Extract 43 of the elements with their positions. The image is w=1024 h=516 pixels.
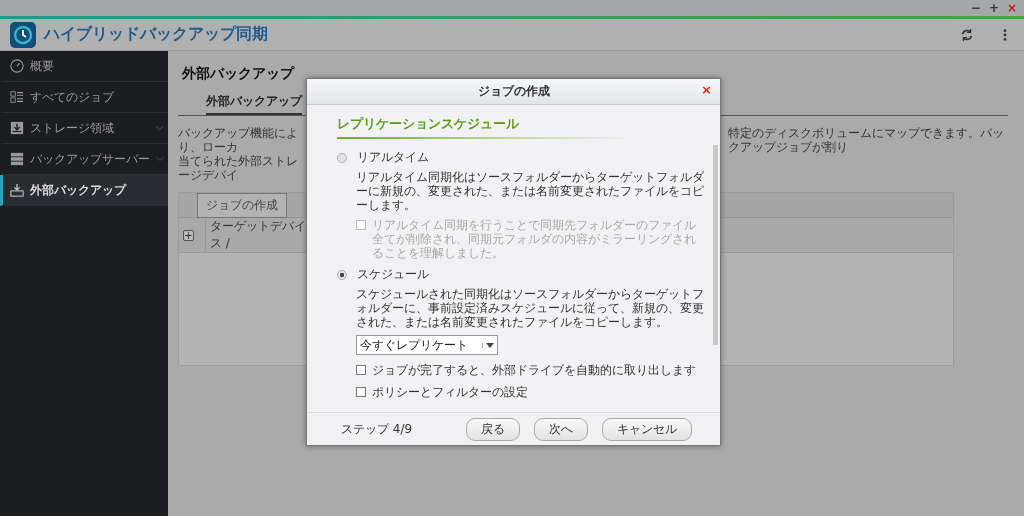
option-label: スケジュール (357, 266, 429, 283)
checkbox-label: リアルタイム同期を行うことで同期先フォルダーのファイル全てが削除され、同期元フォルダの内容がミラーリングされることを理解しました。 (372, 218, 697, 260)
option-description: リアルタイム同期化はソースフォルダーからターゲットフォルダーに新規の、変更された、または名前変更されたファイルをコピーします。 (356, 170, 705, 212)
column-header: ターゲットデバイス / (209, 218, 306, 252)
dialog-title: ジョブの作成 (477, 83, 550, 100)
list-icon (10, 90, 24, 104)
close-button[interactable]: × (699, 82, 714, 98)
sidebar-item[interactable]: 概要 (0, 51, 168, 82)
radio-button[interactable] (337, 152, 347, 163)
dialog-button[interactable]: 戻る (466, 417, 520, 441)
clock-logo-icon (10, 21, 36, 48)
external-drive-icon (10, 183, 24, 197)
option-description: スケジュールされた同期化はソースフォルダーからターゲットフォルダーに、事前設定済みスケジュールに従って、新規の、変更された、または名前変更されたファイルをコピーします。 (356, 287, 705, 329)
schedule-dropdown[interactable]: 今すぐレプリケート (356, 335, 498, 355)
radio-button[interactable] (337, 269, 347, 280)
scrollbar[interactable] (713, 145, 718, 345)
option-label: リアルタイム (357, 149, 429, 166)
section-title: レプリケーションスケジュール (337, 115, 520, 133)
sidebar-item[interactable]: 外部バックアップ (0, 175, 168, 206)
description-text: バックアップ機能により、ローカ (178, 126, 299, 154)
sidebar-item[interactable]: ストレージ領域 (0, 113, 168, 144)
gauge-icon (10, 59, 24, 73)
dialog-button[interactable]: 次へ (534, 417, 588, 441)
expand-button[interactable]: + (183, 229, 194, 241)
download-box-icon (10, 121, 24, 135)
dialog-button[interactable]: キャンセル (602, 417, 692, 441)
tab[interactable]: 外部バックアップ (206, 89, 302, 115)
description-text: 特定のディスクボリュームにマップできます。バックアップジョブが割り (728, 126, 1005, 156)
server-icon (10, 152, 24, 166)
sidebar-item[interactable]: すべてのジョブ (0, 82, 168, 113)
create-job-button[interactable]: ジョブの作成 (197, 192, 287, 218)
window-control[interactable]: + (985, 1, 1002, 15)
description-text: 当てられた外部ストレージデバイ (178, 154, 299, 182)
refresh-icon[interactable] (960, 27, 974, 42)
page-title: 外部バックアップ (182, 65, 296, 83)
checkbox-label: ジョブが完了すると、外部ドライブを自動的に取り出します (372, 363, 696, 377)
step-indicator: ステップ 4/9 (341, 420, 413, 438)
dropdown-arrow-icon (482, 342, 497, 348)
window-control[interactable]: − (967, 1, 984, 15)
checkbox[interactable] (356, 365, 366, 375)
checkbox-label: ポリシーとフィルターの設定 (372, 385, 528, 399)
app-title: ハイブリッドバックアップ同期 (44, 24, 268, 45)
checkbox[interactable] (356, 387, 366, 397)
